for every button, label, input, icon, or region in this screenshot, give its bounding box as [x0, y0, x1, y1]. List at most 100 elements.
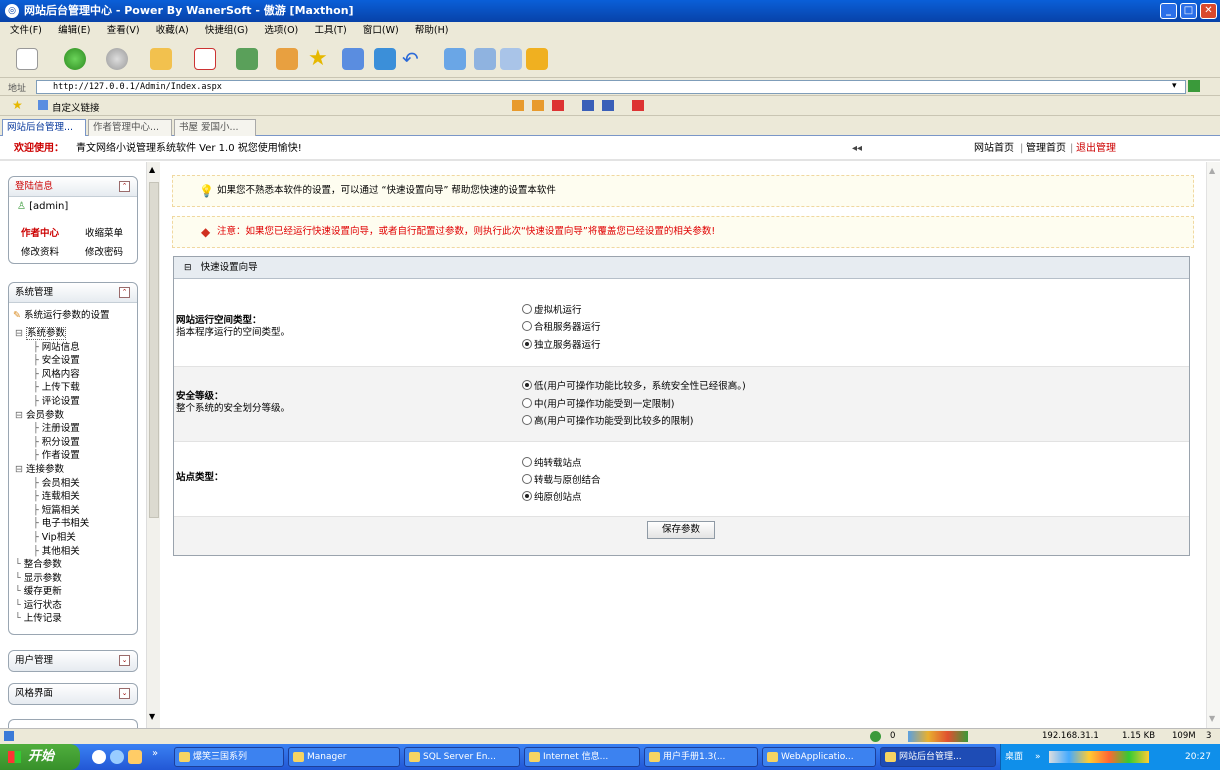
task-item[interactable]: 爆笑三国系列: [174, 747, 284, 767]
minimize-button[interactable]: _: [1160, 3, 1177, 19]
menu-edit[interactable]: 编辑(E): [58, 25, 90, 36]
radio-option[interactable]: 高(用户可操作功能受到比较多的限制): [522, 415, 693, 429]
undo-icon[interactable]: ↶: [402, 48, 424, 70]
tree-item[interactable]: ├ 连载相关: [15, 490, 135, 504]
restore-icon[interactable]: [602, 100, 614, 111]
edit-profile-link[interactable]: 修改资料: [21, 244, 59, 258]
menu-favorites[interactable]: 收藏(A): [156, 25, 189, 36]
menu-tools[interactable]: 工具(T): [314, 25, 346, 36]
close-button[interactable]: ✕: [1200, 3, 1217, 19]
tree-group[interactable]: └ 运行状态: [15, 599, 135, 613]
desktop-label[interactable]: 桌面: [1005, 744, 1023, 770]
task-item[interactable]: 用户手册1.3(...: [644, 747, 758, 767]
radio-circle[interactable]: [522, 398, 532, 408]
user-mgmt-header[interactable]: 用户管理 ⌄: [9, 651, 137, 671]
admin-home-link[interactable]: 管理首页: [1026, 137, 1066, 161]
radio-circle[interactable]: [522, 339, 532, 349]
tree-item[interactable]: ├ 短篇相关: [15, 504, 135, 518]
quicklaunch-icon[interactable]: [110, 750, 124, 764]
tree-group[interactable]: ⊟ 系统参数: [15, 327, 135, 341]
scroll-down-icon[interactable]: ▼: [149, 712, 155, 721]
tree-item[interactable]: ├ 评论设置: [15, 395, 135, 409]
custom-links[interactable]: 自定义链接: [52, 100, 100, 114]
collapse-icon[interactable]: ⌃: [119, 181, 130, 192]
menu-options[interactable]: 选项(O): [264, 25, 298, 36]
address-input[interactable]: http://127.0.0.1/Admin/Index.aspx: [36, 80, 1186, 94]
tree-collapse-icon[interactable]: ⊟: [15, 410, 26, 421]
tree-item[interactable]: ├ 安全设置: [15, 354, 135, 368]
tree-group[interactable]: └ 缓存更新: [15, 585, 135, 599]
menu-help[interactable]: 帮助(H): [415, 25, 449, 36]
next-tab-icon[interactable]: [532, 100, 544, 111]
favorites-star-icon[interactable]: ★: [308, 48, 330, 70]
tree-item[interactable]: ├ 上传下载: [15, 381, 135, 395]
forward-icon[interactable]: [106, 48, 128, 70]
tree-item[interactable]: ├ 电子书相关: [15, 517, 135, 531]
stop-icon[interactable]: [194, 48, 216, 70]
go-icon[interactable]: [1188, 80, 1200, 92]
tray-icons[interactable]: [1049, 751, 1149, 763]
back-icon[interactable]: [64, 48, 86, 70]
collapse-arrows[interactable]: ◂◂: [852, 137, 862, 161]
style-ui-header[interactable]: 风格界面 ⌄: [9, 684, 137, 704]
task-item[interactable]: Internet 信息...: [524, 747, 640, 767]
close-tab-icon[interactable]: [552, 100, 564, 111]
radio-circle[interactable]: [522, 380, 532, 390]
more-icon[interactable]: »: [152, 748, 158, 759]
tree-group[interactable]: └ 整合参数: [15, 558, 135, 572]
tree-item[interactable]: ├ 注册设置: [15, 422, 135, 436]
quicklaunch-icon[interactable]: [128, 750, 142, 764]
tree-item[interactable]: ├ 会员相关: [15, 477, 135, 491]
close-all-icon[interactable]: [632, 100, 644, 111]
tab-author[interactable]: 作者管理中心...: [88, 119, 172, 136]
radio-option[interactable]: 转载与原创结合: [522, 474, 601, 488]
radio-circle[interactable]: [522, 304, 532, 314]
tree-item[interactable]: ├ 其他相关: [15, 545, 135, 559]
save-button[interactable]: 保存参数: [647, 521, 715, 539]
scroll-down-icon[interactable]: ▼: [1209, 714, 1215, 723]
radio-option[interactable]: 独立服务器运行: [522, 339, 601, 353]
expand-icon[interactable]: ⌄: [119, 655, 130, 666]
split-icon[interactable]: [474, 48, 496, 70]
prev-tab-icon[interactable]: [512, 100, 524, 111]
change-password-link[interactable]: 修改密码: [85, 244, 123, 258]
up-icon[interactable]: [150, 48, 172, 70]
radio-circle[interactable]: [522, 457, 532, 467]
quicklaunch-icon[interactable]: [92, 750, 106, 764]
columns-icon[interactable]: [444, 48, 466, 70]
window-list-icon[interactable]: [582, 100, 594, 111]
scroll-up-icon[interactable]: ▲: [149, 165, 155, 174]
logout-link[interactable]: 退出管理: [1076, 137, 1116, 161]
author-center-link[interactable]: 作者中心: [21, 225, 59, 239]
new-page-icon[interactable]: [16, 48, 38, 70]
collapse-menu-link[interactable]: 收缩菜单: [85, 225, 123, 239]
radio-circle[interactable]: [522, 321, 532, 331]
radio-circle[interactable]: [522, 474, 532, 484]
tree-collapse-icon[interactable]: ⊟: [15, 328, 26, 339]
groups-icon[interactable]: [342, 48, 364, 70]
tree-group[interactable]: └ 显示参数: [15, 572, 135, 586]
task-item-active[interactable]: 网站后台管理...: [880, 747, 996, 767]
radio-option[interactable]: 纯原创站点: [522, 491, 582, 505]
scroll-thumb[interactable]: [149, 182, 159, 518]
tree-item[interactable]: ├ 风格内容: [15, 368, 135, 382]
radio-option[interactable]: 低(用户可操作功能比较多，系统安全性已经很高。): [522, 380, 746, 394]
tree-collapse-icon[interactable]: ⊟: [15, 464, 26, 475]
plugin-icon[interactable]: [526, 48, 548, 70]
radio-circle[interactable]: [522, 415, 532, 425]
tab-admin[interactable]: 网站后台管理...: [2, 119, 86, 136]
radio-option[interactable]: 中(用户可操作功能受到一定限制): [522, 398, 674, 412]
expand-icon[interactable]: ⌄: [119, 688, 130, 699]
tree-group[interactable]: ⊟ 会员参数: [15, 409, 135, 423]
radio-option[interactable]: 虚拟机运行: [522, 304, 582, 318]
menu-quickgroup[interactable]: 快捷组(G): [205, 25, 248, 36]
plugin-icons[interactable]: [908, 731, 968, 742]
tree-group[interactable]: └ 上传记录: [15, 612, 135, 626]
task-item[interactable]: Manager: [288, 747, 400, 767]
tree-group[interactable]: ⊟ 连接参数: [15, 463, 135, 477]
menu-window[interactable]: 窗口(W): [363, 25, 399, 36]
maximize-button[interactable]: □: [1180, 3, 1197, 19]
start-button[interactable]: 开始: [0, 744, 80, 770]
task-item[interactable]: WebApplicatio...: [762, 747, 876, 767]
main-scrollbar[interactable]: ▲ ▼: [1206, 162, 1220, 728]
